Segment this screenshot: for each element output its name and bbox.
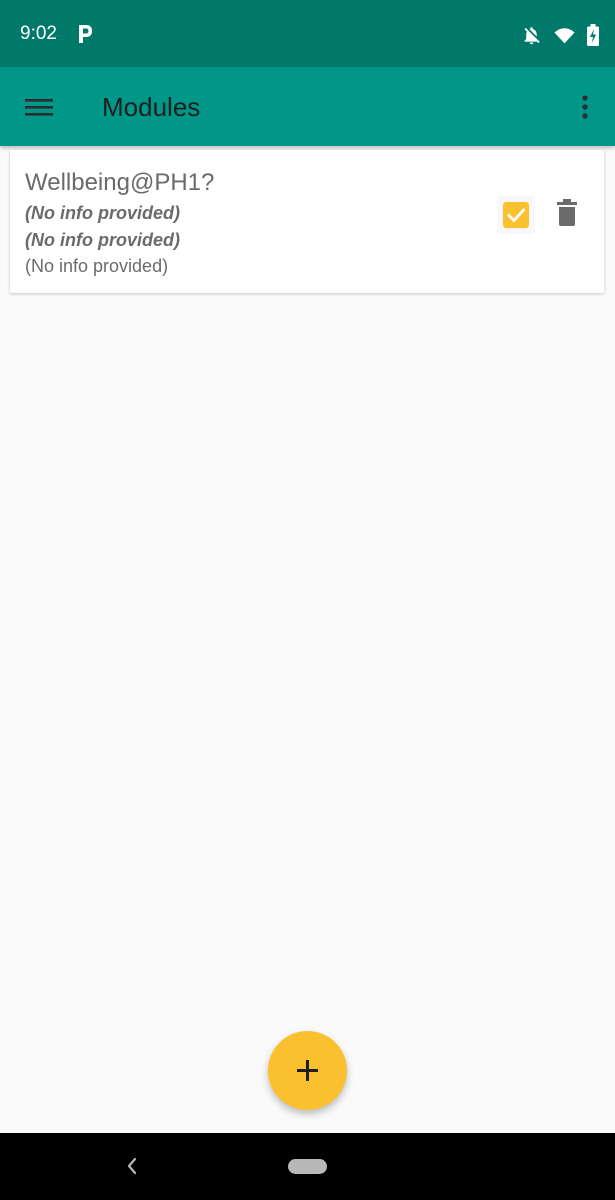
- status-icons: [521, 22, 599, 48]
- app-bar: Modules: [0, 67, 615, 146]
- module-title: Wellbeing@PH1?: [25, 169, 215, 196]
- system-navigation-bar: [0, 1133, 615, 1200]
- delete-icon[interactable]: [555, 198, 579, 228]
- module-card[interactable]: Wellbeing@PH1? (No info provided) (No in…: [10, 150, 604, 293]
- status-bar: 9:02: [0, 0, 615, 67]
- checkbox-checked-icon[interactable]: [503, 202, 529, 228]
- add-icon: [297, 1060, 318, 1081]
- add-module-button[interactable]: [268, 1031, 347, 1110]
- wifi-icon: [554, 27, 575, 43]
- back-chevron-icon[interactable]: [122, 1155, 142, 1177]
- module-info-line-1: (No info provided): [25, 203, 180, 223]
- parking-p-icon: [79, 25, 92, 43]
- module-info-line-3: (No info provided): [25, 256, 169, 276]
- module-info-line-2: (No info provided): [25, 230, 180, 250]
- module-checkbox[interactable]: [497, 196, 535, 234]
- menu-icon[interactable]: [22, 91, 56, 123]
- overflow-menu-icon[interactable]: [573, 91, 597, 123]
- notifications-off-icon: [524, 26, 540, 44]
- battery-charging-icon: [587, 24, 599, 46]
- page-title: Modules: [102, 92, 201, 122]
- status-time: 9:02: [20, 23, 57, 44]
- home-pill-icon[interactable]: [288, 1159, 327, 1174]
